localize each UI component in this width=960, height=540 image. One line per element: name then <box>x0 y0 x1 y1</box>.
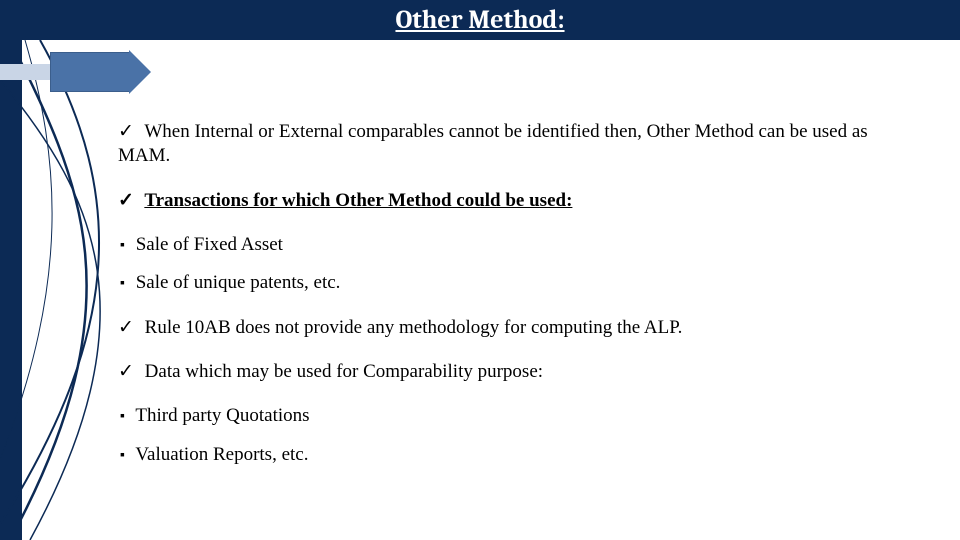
bullet-text: Transactions for which Other Method coul… <box>144 190 572 211</box>
bullet-check-3: Rule 10AB does not provide any methodolo… <box>118 316 898 340</box>
bullet-text: When Internal or External comparables ca… <box>118 121 868 166</box>
arrow-body <box>50 52 130 92</box>
slide: Other Method: When Internal or External … <box>0 0 960 540</box>
bullet-text: Third party Quotations <box>135 405 309 426</box>
bullet-square-1: Sale of Fixed Asset <box>120 233 898 257</box>
arrow-decoration <box>0 52 170 92</box>
bullet-text: Rule 10AB does not provide any methodolo… <box>145 317 683 338</box>
title-bar: Other Method: <box>0 0 960 40</box>
bullet-text: Sale of Fixed Asset <box>136 234 283 255</box>
bullet-square-4: Valuation Reports, etc. <box>120 443 898 467</box>
bullet-text: Sale of unique patents, etc. <box>136 272 341 293</box>
content-area: When Internal or External comparables ca… <box>118 120 898 487</box>
bullet-text: Valuation Reports, etc. <box>135 444 308 465</box>
slide-title: Other Method: <box>395 5 564 35</box>
bullet-square-2: Sale of unique patents, etc. <box>120 271 898 295</box>
bullet-check-4: Data which may be used for Comparability… <box>118 360 898 384</box>
bullet-check-2: Transactions for which Other Method coul… <box>118 189 898 213</box>
bullet-check-1: When Internal or External comparables ca… <box>118 120 898 169</box>
arrow-head-icon <box>129 50 151 94</box>
bullet-square-3: Third party Quotations <box>120 404 898 428</box>
bullet-text: Data which may be used for Comparability… <box>145 361 543 382</box>
left-accent-bar <box>0 40 22 540</box>
